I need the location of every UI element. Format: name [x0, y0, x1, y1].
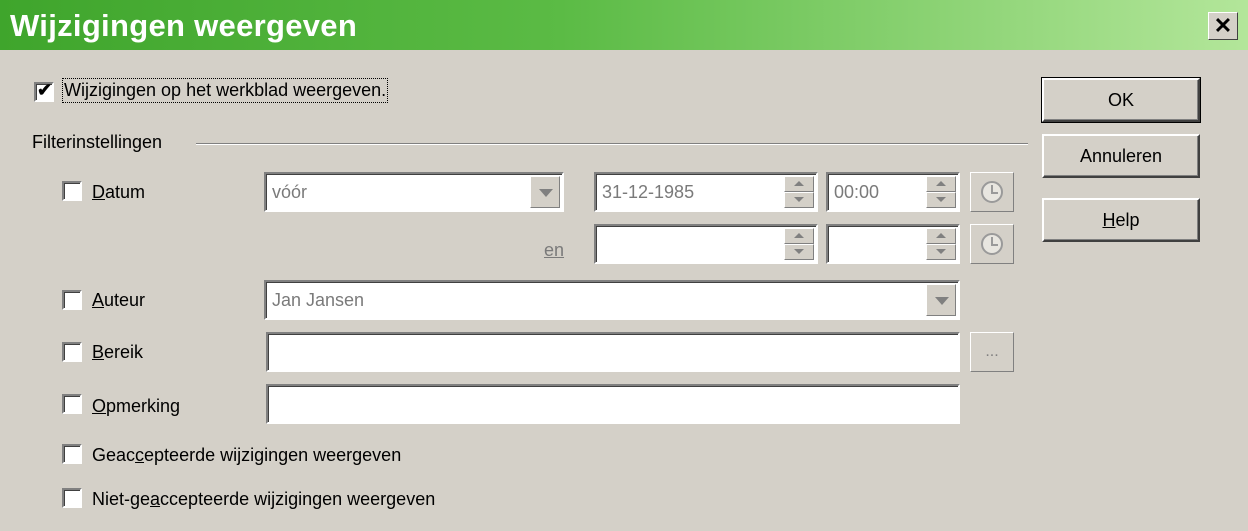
clock-icon: [981, 233, 1003, 255]
time-to-spinner[interactable]: [926, 228, 956, 260]
show-changes-checkbox[interactable]: ✔: [34, 80, 54, 102]
date-to-spinner[interactable]: [784, 228, 814, 260]
spin-up-icon[interactable]: [926, 176, 956, 192]
comment-checkbox[interactable]: [62, 394, 82, 414]
author-dropdown[interactable]: Jan Jansen: [264, 280, 960, 320]
date-from-value: 31-12-1985: [602, 182, 695, 202]
spin-down-icon[interactable]: [926, 192, 956, 208]
close-button[interactable]: ✕: [1208, 12, 1238, 40]
range-input[interactable]: [266, 332, 960, 372]
rejected-changes-label[interactable]: Niet-geaccepteerde wijzigingen weergeven: [92, 489, 435, 510]
chevron-down-icon[interactable]: [926, 284, 956, 316]
range-browse-button[interactable]: ...: [970, 332, 1014, 372]
current-time-button-2[interactable]: [970, 224, 1014, 264]
time-from-spinner[interactable]: [926, 176, 956, 208]
section-divider: [196, 143, 1028, 145]
title-bar: Wijzigingen weergeven ✕: [0, 0, 1248, 50]
show-changes-label[interactable]: Wijzigingen op het werkblad weergeven.: [61, 78, 389, 103]
accepted-changes-checkbox[interactable]: [62, 444, 82, 464]
spin-up-icon[interactable]: [926, 228, 956, 244]
and-label: en: [544, 240, 565, 260]
clock-icon: [981, 181, 1003, 203]
ok-button[interactable]: OK: [1041, 77, 1201, 123]
time-to-field[interactable]: [826, 224, 960, 264]
spin-down-icon[interactable]: [784, 244, 814, 260]
filter-settings-heading: Filterinstellingen: [32, 132, 163, 152]
date-from-spinner[interactable]: [784, 176, 814, 208]
time-from-value: 00:00: [834, 182, 880, 202]
cancel-button[interactable]: Annuleren: [1042, 134, 1200, 178]
window-title: Wijzigingen weergeven: [10, 8, 358, 43]
spin-down-icon[interactable]: [926, 244, 956, 260]
author-checkbox[interactable]: [62, 290, 82, 310]
date-from-field[interactable]: 31-12-1985: [594, 172, 818, 212]
spin-down-icon[interactable]: [784, 192, 814, 208]
time-from-field[interactable]: 00:00: [826, 172, 960, 212]
help-button[interactable]: Help: [1042, 198, 1200, 242]
comment-input[interactable]: [266, 384, 960, 424]
date-to-field[interactable]: [594, 224, 818, 264]
range-checkbox[interactable]: [62, 342, 82, 362]
checkmark-icon: ✔: [37, 80, 53, 100]
author-value: Jan Jansen: [272, 290, 365, 310]
date-checkbox[interactable]: [62, 181, 82, 201]
close-icon: ✕: [1213, 13, 1233, 38]
date-condition-dropdown[interactable]: vóór: [264, 172, 564, 212]
current-time-button[interactable]: [970, 172, 1014, 212]
range-label[interactable]: Bereik: [92, 342, 143, 363]
rejected-changes-checkbox[interactable]: [62, 488, 82, 508]
comment-label[interactable]: Opmerking: [92, 396, 180, 417]
spin-up-icon[interactable]: [784, 176, 814, 192]
date-condition-value: vóór: [272, 182, 308, 202]
date-label[interactable]: Datum: [92, 182, 145, 203]
chevron-down-icon[interactable]: [530, 176, 560, 208]
accepted-changes-label[interactable]: Geaccepteerde wijzigingen weergeven: [92, 445, 401, 466]
author-label[interactable]: Auteur: [92, 290, 145, 311]
spin-up-icon[interactable]: [784, 228, 814, 244]
